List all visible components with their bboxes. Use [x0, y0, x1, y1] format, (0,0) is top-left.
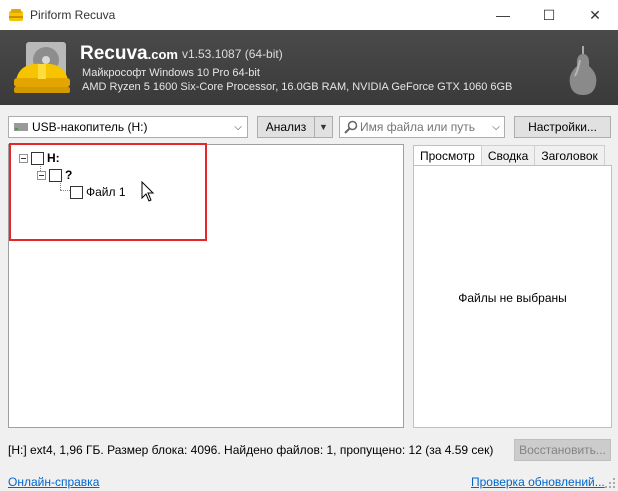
tree-item-drive[interactable]: H:: [19, 150, 60, 166]
header-banner: Recuva.com v1.53.1087 (64-bit) Майкрософ…: [0, 30, 618, 105]
mouse-cursor-icon: [141, 181, 155, 202]
preview-panel: Файлы не выбраны: [413, 165, 612, 428]
title-bar: Piriform Recuva — ☐ ✕: [0, 0, 618, 30]
no-files-message: Файлы не выбраны: [458, 291, 567, 305]
recover-button[interactable]: Восстановить...: [514, 439, 611, 461]
recuva-logo-icon: [14, 42, 70, 93]
version-label: v1.53.1087 (64-bit): [182, 47, 283, 61]
resize-grip-icon[interactable]: [604, 477, 616, 489]
scan-button-label: Анализ: [265, 120, 307, 134]
search-box[interactable]: ⌵: [339, 116, 505, 138]
status-text: [H:] ext4, 1,96 ГБ. Размер блока: 4096. …: [8, 443, 494, 457]
tab-summary[interactable]: Сводка: [480, 145, 536, 165]
drive-select-value: USB-накопитель (H:): [32, 120, 148, 134]
chevron-down-icon: ⌵: [234, 121, 242, 133]
minimize-icon: —: [496, 7, 510, 23]
tree-item-label: ?: [65, 168, 73, 182]
online-help-link[interactable]: Онлайн-справка: [8, 475, 99, 489]
drive-select[interactable]: USB-накопитель (H:) ⌵: [8, 116, 248, 138]
chevron-down-icon[interactable]: ⌵: [488, 122, 504, 133]
tab-header[interactable]: Заголовок: [534, 145, 605, 165]
tree-item-label: Файл 1: [86, 185, 126, 199]
hardware-info: AMD Ryzen 5 1600 Six-Core Processor, 16.…: [82, 81, 513, 93]
piriform-pear-icon: [569, 46, 597, 95]
scan-options-dropdown[interactable]: ▼: [314, 117, 332, 137]
tab-preview[interactable]: Просмотр: [413, 145, 482, 166]
tree-checkbox[interactable]: [70, 185, 83, 199]
close-icon: ✕: [589, 6, 601, 23]
tree-checkbox[interactable]: [49, 168, 62, 182]
check-updates-link[interactable]: Проверка обновлений...: [471, 475, 605, 489]
preview-tabs: Просмотр Сводка Заголовок: [413, 145, 605, 166]
window-title: Piriform Recuva: [30, 8, 116, 22]
maximize-icon: ☐: [542, 6, 556, 23]
collapse-icon[interactable]: [19, 153, 28, 163]
tree-item-folder[interactable]: ?: [37, 167, 72, 183]
scan-button[interactable]: Анализ ▼: [257, 116, 333, 138]
recuva-app-icon: [9, 9, 23, 21]
collapse-icon[interactable]: [37, 170, 46, 180]
search-icon: [344, 120, 358, 134]
brand-name: Recuva.com: [80, 43, 178, 64]
maximize-button[interactable]: ☐: [526, 0, 572, 30]
minimize-button[interactable]: —: [480, 0, 526, 30]
usb-drive-icon: [14, 123, 28, 131]
search-input[interactable]: [360, 120, 488, 134]
tree-checkbox[interactable]: [31, 151, 44, 165]
settings-button[interactable]: Настройки...: [514, 116, 611, 138]
tree-item-label: H:: [47, 151, 60, 165]
close-button[interactable]: ✕: [572, 0, 618, 30]
file-tree[interactable]: H: ? Файл 1: [8, 144, 404, 428]
tree-item-file[interactable]: Файл 1: [70, 184, 126, 200]
os-info: Майкрософт Windows 10 Pro 64-bit: [82, 67, 260, 79]
